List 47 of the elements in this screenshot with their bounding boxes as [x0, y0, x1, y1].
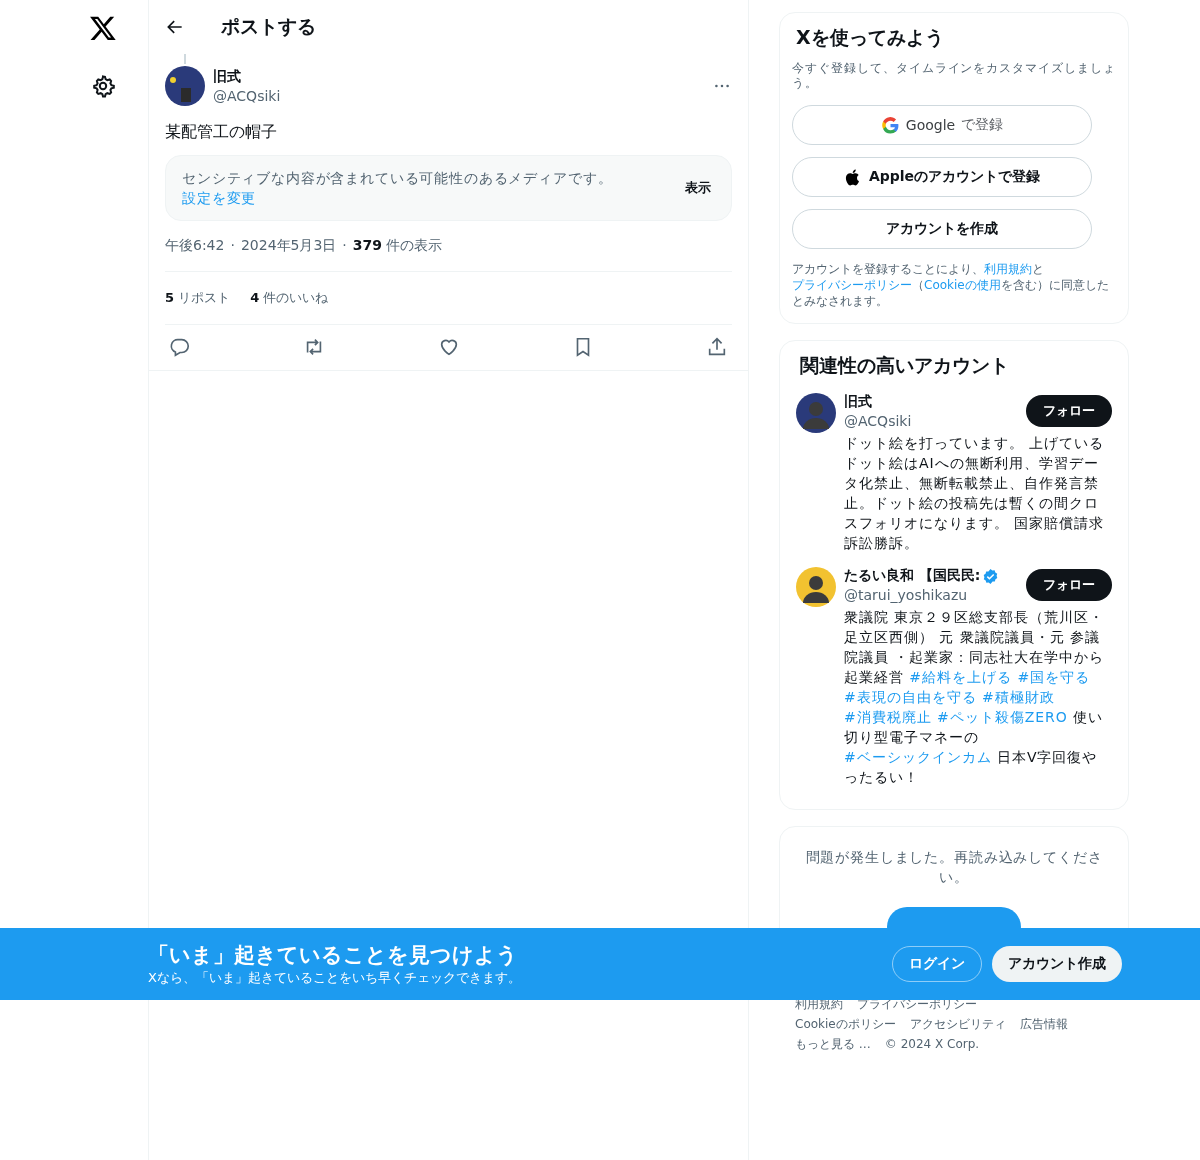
share-icon[interactable] [706, 336, 728, 358]
account-name[interactable]: たるい良和 【国民民: [844, 567, 981, 585]
banner-title: 「いま」起きていることを見つけよう [148, 942, 519, 969]
footer-link[interactable]: © 2024 X Corp. [884, 1034, 980, 1054]
avatar[interactable] [796, 567, 836, 607]
account-name[interactable]: 旧式 [844, 393, 872, 411]
error-message: 問題が発生しました。再読み込みしてください。 [804, 848, 1104, 887]
x-logo-icon[interactable] [89, 14, 117, 42]
google-icon [880, 115, 900, 135]
avatar[interactable] [165, 66, 205, 106]
separator: · [342, 237, 347, 255]
footer-link[interactable]: 広告情報 [1019, 1014, 1068, 1034]
avatar[interactable] [796, 393, 836, 433]
author-name[interactable]: 旧式 [213, 68, 706, 86]
stat-link[interactable]: 5 リポスト [165, 289, 231, 307]
footer-link[interactable]: もっと見る … [795, 1034, 871, 1054]
verified-badge-icon [982, 567, 1000, 585]
reply-icon[interactable] [169, 336, 191, 358]
post-date[interactable]: 2024年5月3日 [240, 237, 337, 255]
apple-signup-button[interactable]: Appleのアカウントで登録 [792, 157, 1092, 197]
settings-icon[interactable] [91, 74, 115, 98]
account-handle[interactable]: @tarui_yoshikazu [844, 587, 1026, 603]
banner-subtitle: Xなら、「いま」起きていることをいち早くチェックできます。 [148, 969, 521, 987]
create-account-button[interactable]: アカウントを作成 [792, 209, 1092, 249]
legal-text: アカウントを登録することにより、利用規約 と プライバシーポリシー（Cookieの使用を含む）に同意したとみなされます。 [792, 261, 1110, 309]
post-text: 某配管工の帽子 [165, 122, 278, 143]
account-bio: 衆議院 東京２９区総支部長（荒川区・足立区西側） 元 衆議院議員・元 参議院議員 ・起業家：同志社大在学中から起業経営 #給料を上げる #国を守る #表現の自由を守る #積極財政 #消費税廃止 #ペット殺傷ZERO 使い切り型電子マネーの #ベーシックインカム 日本V字回復やったるい！ [844, 608, 1106, 787]
post-time[interactable]: 午後6:42 [165, 237, 225, 255]
page-title: ポストする [221, 14, 316, 39]
card-title: Xを使ってみよう [796, 25, 945, 50]
follow-button[interactable]: フォロー [1026, 395, 1112, 427]
account-bio: ドット絵を打っています。 上げているドット絵はAIへの無断利用、学習データ化禁止、無断転載禁止、自作発言禁止。ドット絵の投稿先は暫くの間クロスフォリオになります。 国家賠償請求訴訟勝訴。 [844, 434, 1106, 553]
view-count: 379 件の表示 [352, 237, 443, 255]
follow-button[interactable]: フォロー [1026, 569, 1112, 601]
footer-link[interactable]: Cookieのポリシー [795, 1014, 896, 1034]
more-icon[interactable] [714, 83, 730, 89]
separator: · [230, 237, 235, 255]
author-handle[interactable]: @ACQsiki [213, 88, 706, 104]
account-handle[interactable]: @ACQsiki [844, 413, 1026, 429]
stat-link[interactable]: 4 件のいいね [250, 289, 329, 307]
signup-subtitle: 今すぐ登録して、タイムラインをカスタマイズしましょう。 [792, 61, 1116, 91]
card-title: 関連性の高いアカウント [800, 353, 1010, 378]
sensitive-message: センシティブな内容が含まれている可能性のあるメディアです。 設定を変更 [182, 169, 614, 208]
google-signup-button[interactable]: Google で登録 [792, 105, 1092, 145]
signup-button[interactable]: アカウント作成 [992, 946, 1122, 982]
footer-link[interactable]: アクセシビリティ [909, 1014, 1006, 1034]
show-button[interactable]: 表示 [681, 175, 715, 201]
